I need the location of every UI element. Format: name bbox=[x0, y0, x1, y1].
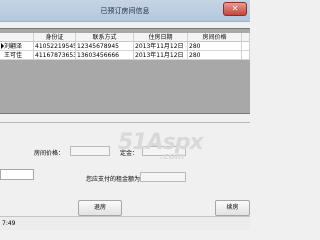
deposit-label: 定金： bbox=[120, 150, 139, 157]
cell-checkin-date[interactable]: 2013年11月12日 bbox=[134, 51, 188, 60]
title-bar: 已预订房间信息 ✕ bbox=[0, 0, 250, 22]
remaining-amount-label: 您应支付的租金额为： bbox=[86, 176, 147, 183]
cell-room-price[interactable]: 280 bbox=[188, 51, 242, 60]
remaining-amount-field[interactable] bbox=[140, 172, 186, 182]
column-header-contact[interactable]: 联系方式 bbox=[76, 33, 134, 42]
customer-field[interactable] bbox=[0, 169, 34, 180]
column-header-filler bbox=[242, 33, 250, 42]
table-row[interactable]: 王可佳 411678736536725 13603456666 2013年11月… bbox=[0, 51, 250, 60]
check-out-button[interactable]: 退房 bbox=[78, 200, 122, 216]
table-row[interactable]: 刘翩泽 410522195456152221 12345678945 2013年… bbox=[0, 42, 250, 51]
cell-contact[interactable]: 12345678945 bbox=[76, 42, 134, 51]
cell-filler bbox=[242, 51, 250, 60]
deposit-field[interactable] bbox=[142, 146, 186, 156]
cell-room-price[interactable]: 280 bbox=[188, 42, 242, 51]
room-price-field[interactable] bbox=[70, 146, 110, 156]
booking-table[interactable]: 身份证 联系方式 住房日期 房间价格 刘翩泽 41052219545615222… bbox=[0, 28, 250, 114]
column-header-room-price[interactable]: 房间价格 bbox=[188, 33, 242, 42]
cell-name[interactable]: 刘翩泽 bbox=[0, 42, 34, 51]
cell-checkin-date[interactable]: 2013年11月12日 bbox=[134, 42, 188, 51]
cell-name[interactable]: 王可佳 bbox=[0, 51, 34, 60]
extend-stay-button[interactable]: 续房 bbox=[215, 200, 250, 216]
column-header-checkin-date[interactable]: 住房日期 bbox=[134, 33, 188, 42]
status-bar: 7:49 bbox=[0, 216, 250, 230]
cell-contact[interactable]: 13603456666 bbox=[76, 51, 134, 60]
status-time: 7:49 bbox=[2, 220, 16, 227]
table-header: 身份证 联系方式 住房日期 房间价格 bbox=[0, 33, 250, 42]
close-button[interactable]: ✕ bbox=[223, 2, 247, 16]
detail-panel: 房间价格： 定金： 您应支付的租金额为： 退房 续房 bbox=[0, 122, 250, 216]
column-header-name[interactable] bbox=[0, 33, 34, 42]
window-title: 已预订房间信息 bbox=[100, 7, 150, 15]
column-header-id-card[interactable]: 身份证 bbox=[34, 33, 76, 42]
cell-id-card[interactable]: 411678736536725 bbox=[34, 51, 76, 60]
room-price-label: 房间价格： bbox=[34, 150, 65, 157]
cell-filler bbox=[242, 42, 250, 51]
cell-id-card[interactable]: 410522195456152221 bbox=[34, 42, 76, 51]
